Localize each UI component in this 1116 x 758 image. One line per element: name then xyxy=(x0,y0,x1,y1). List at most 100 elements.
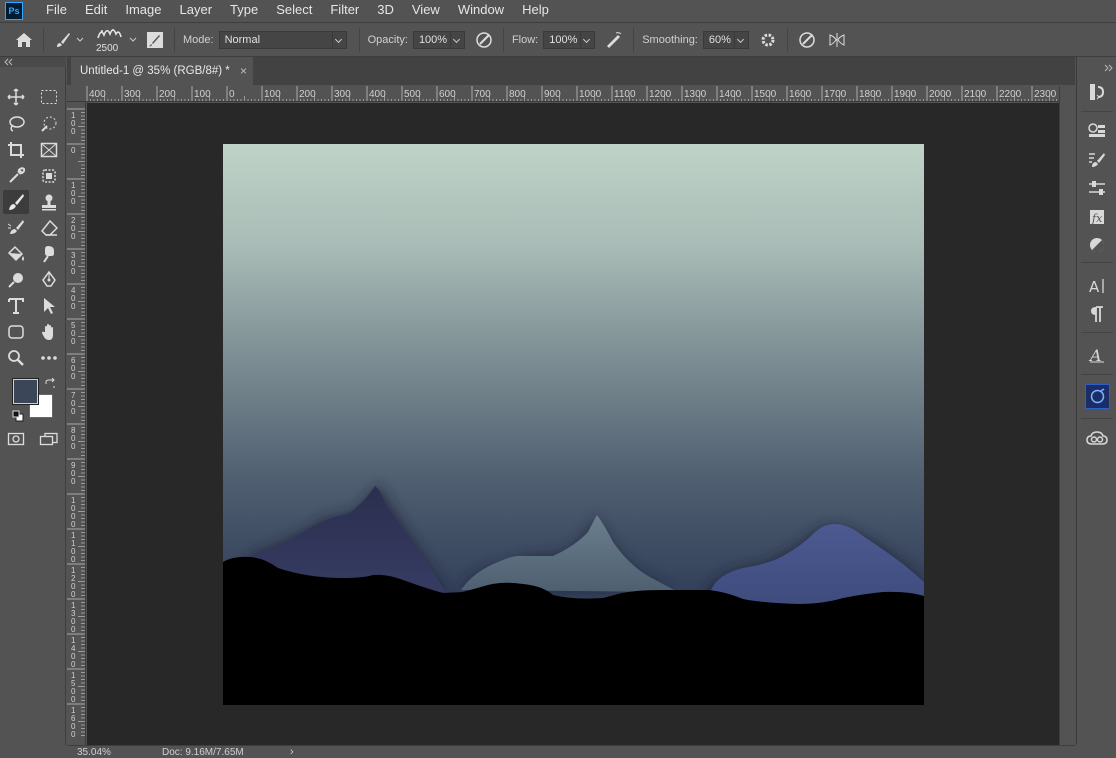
close-icon[interactable]: × xyxy=(240,57,247,85)
menu-bar: Ps File Edit Image Layer Type Select Fil… xyxy=(0,0,1116,21)
creative-cloud-libraries-icon[interactable] xyxy=(1086,427,1108,449)
menu-filter[interactable]: Filter xyxy=(321,0,368,21)
flow-field[interactable]: 100% xyxy=(543,30,596,49)
brush-size-picker[interactable]: 2500 xyxy=(92,25,128,55)
menu-window[interactable]: Window xyxy=(449,0,513,21)
history-brush-tool-icon[interactable] xyxy=(3,216,29,240)
swap-colors-icon[interactable] xyxy=(44,377,56,389)
more-tools-icon[interactable] xyxy=(36,346,62,370)
pressure-opacity-icon[interactable] xyxy=(473,29,495,51)
smudge-tool-icon[interactable] xyxy=(36,242,62,266)
quick-select-tool-icon[interactable] xyxy=(36,112,62,136)
canvas-artwork xyxy=(223,144,924,705)
move-tool-icon[interactable] xyxy=(3,85,29,109)
zoom-level[interactable]: 35.04% xyxy=(77,747,111,758)
menu-select[interactable]: Select xyxy=(267,0,321,21)
dodge-tool-icon[interactable] xyxy=(3,268,29,292)
menu-layer[interactable]: Layer xyxy=(171,0,222,21)
ruler-label: 100 xyxy=(194,89,211,100)
history-panel-icon[interactable] xyxy=(1086,81,1108,103)
brush-settings-icon[interactable] xyxy=(1086,149,1108,171)
ruler-label: 0 xyxy=(71,660,76,669)
brush-settings-panel-icon[interactable] xyxy=(144,29,166,51)
ruler-label: 1600 xyxy=(789,89,812,100)
menu-help[interactable]: Help xyxy=(513,0,558,21)
eraser-tool-icon[interactable] xyxy=(36,216,62,240)
horizontal-ruler[interactable]: 400 300 200 100 0 100 200 300 400 500 600 700 800 900… xyxy=(67,86,1059,102)
quick-mask-icon[interactable] xyxy=(3,427,29,451)
collapse-panels-icon[interactable] xyxy=(1081,59,1113,72)
status-menu-arrow-icon[interactable]: › xyxy=(290,746,294,758)
glyphs-panel-icon[interactable]: A xyxy=(1086,344,1108,366)
chevron-down-icon[interactable] xyxy=(128,29,138,51)
paint-bucket-tool-icon[interactable] xyxy=(3,242,29,266)
symmetry-icon[interactable] xyxy=(826,29,848,51)
eyedropper-tool-icon[interactable] xyxy=(3,164,29,188)
smoothing-value: 60% xyxy=(702,30,735,49)
patch-tool-icon[interactable] xyxy=(36,164,62,188)
ruler-label: 0 xyxy=(71,695,76,704)
path-select-tool-icon[interactable] xyxy=(36,294,62,318)
properties-panel-icon[interactable] xyxy=(1086,120,1108,142)
document-size-info: Doc: 9.16M/7.65M xyxy=(162,747,244,758)
pasteboard[interactable] xyxy=(87,103,1059,745)
ruler-label: 0 xyxy=(71,267,76,276)
chevron-down-icon[interactable] xyxy=(74,29,86,51)
crop-tool-icon[interactable] xyxy=(3,138,29,162)
vertical-ruler[interactable]: 1000100200300400500600700800900100011001… xyxy=(67,102,86,745)
panel-grip[interactable] xyxy=(0,57,66,67)
hand-tool-icon[interactable] xyxy=(36,320,62,344)
gear-icon[interactable] xyxy=(757,29,779,51)
mode-label: Mode: xyxy=(183,33,214,46)
ruler-label: 0 xyxy=(71,127,76,136)
vertical-scrollbar[interactable] xyxy=(1059,86,1075,745)
zoom-tool-icon[interactable] xyxy=(3,346,29,370)
svg-text:fx: fx xyxy=(1091,212,1103,225)
shape-tool-icon[interactable] xyxy=(3,320,29,344)
foreground-color-swatch[interactable] xyxy=(13,379,38,404)
adjustments-icon[interactable] xyxy=(1086,234,1108,256)
menu-3d[interactable]: 3D xyxy=(368,0,403,21)
home-icon[interactable] xyxy=(13,29,35,51)
ruler-label: 200 xyxy=(299,89,316,100)
mode-dropdown[interactable]: Normal xyxy=(218,30,347,49)
document-canvas[interactable] xyxy=(223,144,924,705)
default-colors-icon[interactable] xyxy=(12,409,24,422)
styles-fx-icon[interactable]: fx xyxy=(1086,206,1108,228)
paragraph-panel-icon[interactable] xyxy=(1086,303,1108,325)
adjustments-sliders-icon[interactable] xyxy=(1086,177,1108,199)
ruler-label: 700 xyxy=(474,89,491,100)
options-bar: 2500 Mode: Normal Opacity: 100% Flow: 10… xyxy=(0,22,1116,57)
menu-image[interactable]: Image xyxy=(116,0,170,21)
document-tab[interactable]: Untitled-1 @ 35% (RGB/8#) * × xyxy=(71,57,253,85)
svg-text:A: A xyxy=(1089,278,1100,295)
ruler-label: 1500 xyxy=(754,89,777,100)
menu-view[interactable]: View xyxy=(403,0,449,21)
menu-file[interactable]: File xyxy=(37,0,76,21)
opacity-field[interactable]: 100% xyxy=(412,30,465,49)
pressure-size-icon[interactable] xyxy=(796,29,818,51)
plugin-panel-icon[interactable] xyxy=(1085,384,1110,409)
ruler-label: 0 xyxy=(71,520,76,529)
marquee-tool-icon[interactable] xyxy=(36,85,62,109)
document-tab-bar: Untitled-1 @ 35% (RGB/8#) * × xyxy=(67,57,1075,85)
flow-value: 100% xyxy=(543,30,582,49)
panel-dock: fx A A xyxy=(1076,57,1116,745)
character-panel-icon[interactable]: A xyxy=(1086,275,1108,297)
pen-tool-icon[interactable] xyxy=(36,268,62,292)
type-tool-icon[interactable] xyxy=(3,294,29,318)
stamp-tool-icon[interactable] xyxy=(36,190,62,214)
frame-tool-icon[interactable] xyxy=(36,138,62,162)
airbrush-icon[interactable] xyxy=(603,29,625,51)
ruler-label: 100 xyxy=(264,89,281,100)
menu-edit[interactable]: Edit xyxy=(76,0,116,21)
chevron-down-icon xyxy=(581,30,596,49)
ruler-label: 0 xyxy=(229,89,235,100)
lasso-tool-icon[interactable] xyxy=(3,112,29,136)
menu-type[interactable]: Type xyxy=(221,0,267,21)
brush-tool-icon[interactable] xyxy=(3,190,29,214)
brush-preset-icon[interactable] xyxy=(52,29,74,51)
smoothing-field[interactable]: 60% xyxy=(702,30,749,49)
screen-mode-icon[interactable] xyxy=(36,427,62,451)
ruler-label: 300 xyxy=(124,89,141,100)
